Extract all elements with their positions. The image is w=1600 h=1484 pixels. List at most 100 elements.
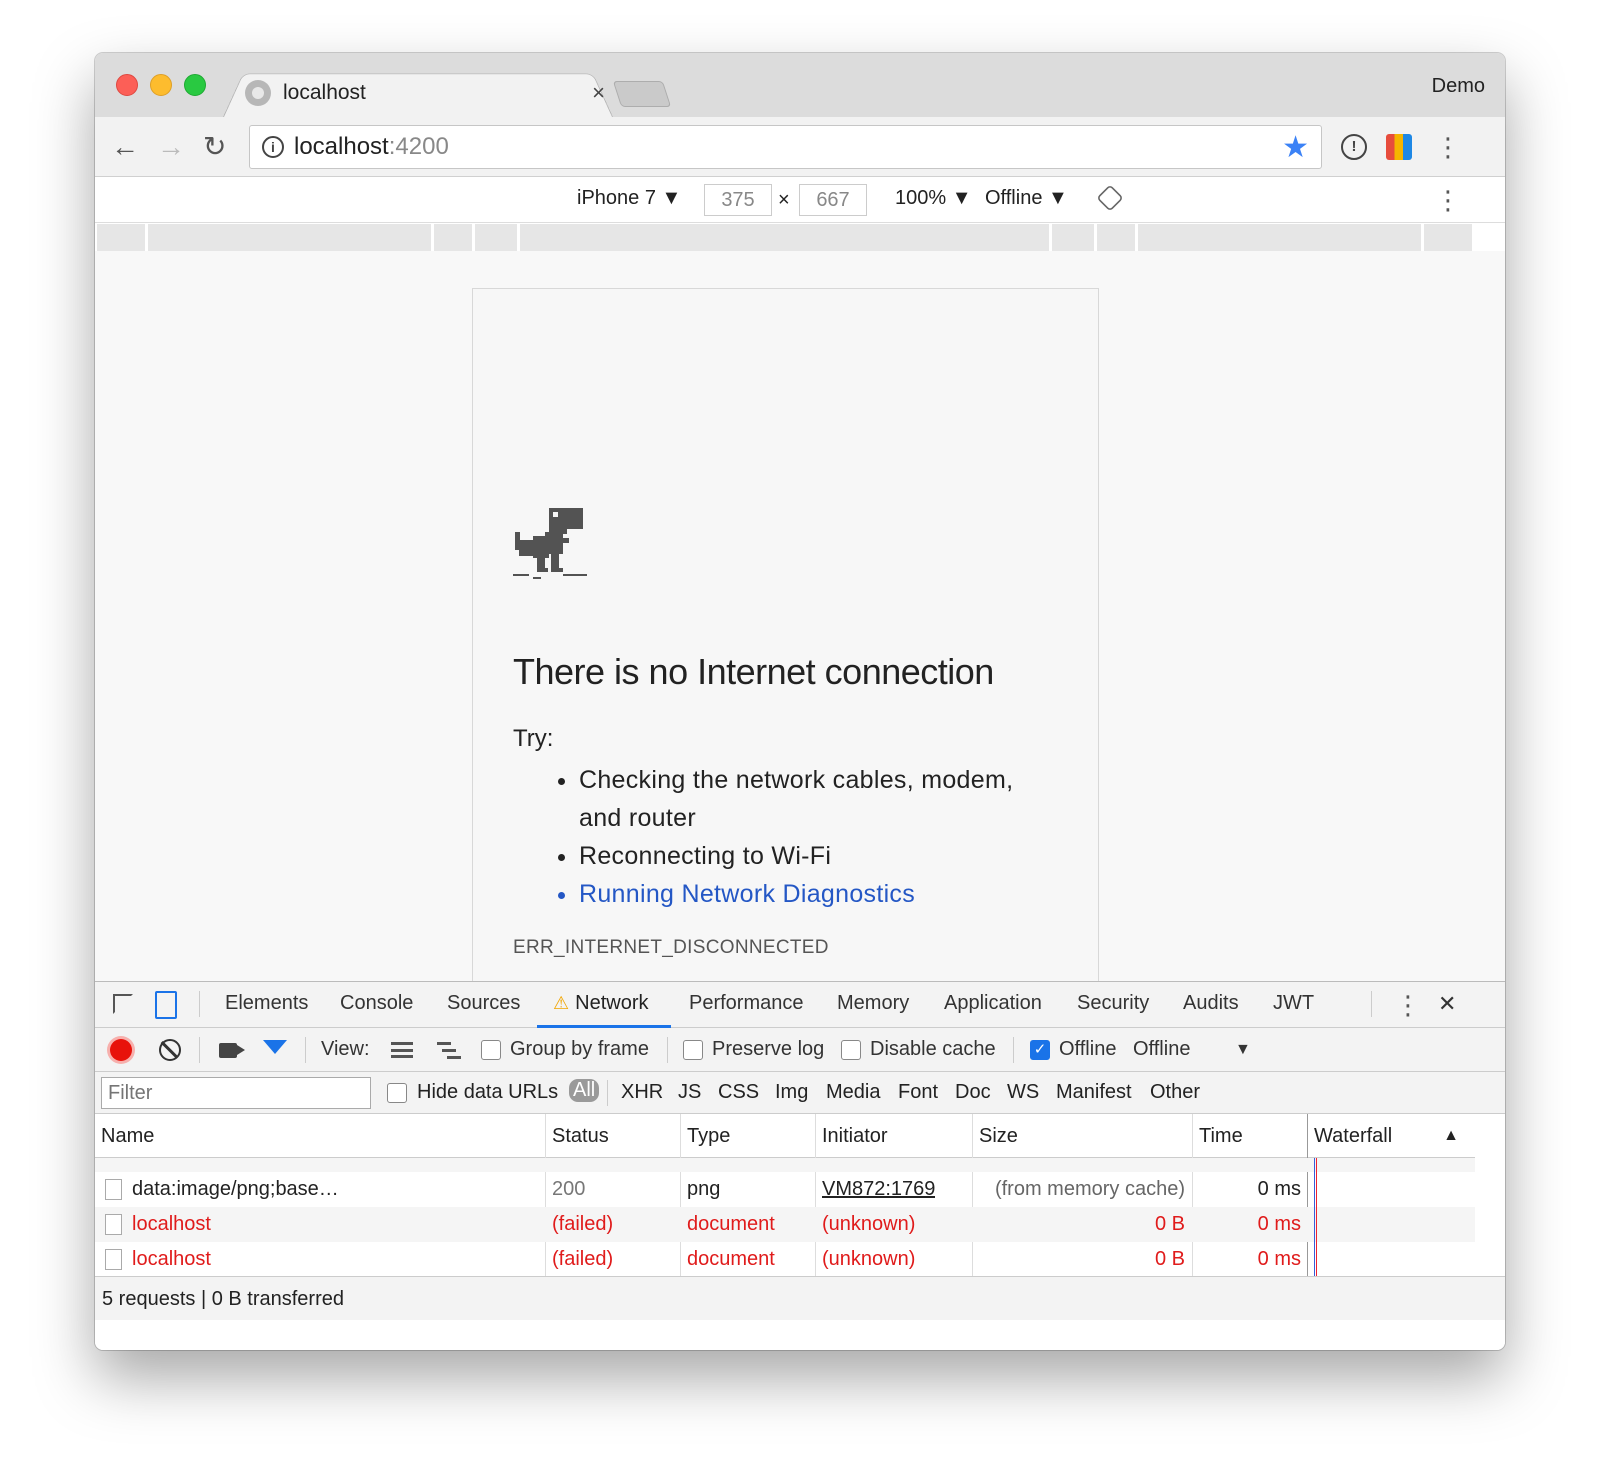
record-icon[interactable]: [110, 1039, 132, 1061]
request-type: document: [687, 1213, 775, 1235]
window-maximize-button[interactable]: [184, 74, 206, 96]
bookmark-star-icon[interactable]: ★: [1282, 130, 1309, 165]
browser-tab[interactable]: localhost ×: [243, 68, 613, 117]
group-by-frame-label[interactable]: Group by frame: [510, 1038, 649, 1061]
tab-audits[interactable]: Audits: [1183, 992, 1239, 1015]
table-row[interactable]: localhost (failed) document (unknown) 0 …: [95, 1242, 1475, 1277]
back-arrow-icon[interactable]: ←: [111, 129, 139, 165]
preserve-log-checkbox[interactable]: [683, 1040, 703, 1060]
view-label: View:: [321, 1038, 370, 1060]
try-label: Try:: [513, 725, 554, 752]
filter-img[interactable]: Img: [775, 1081, 808, 1104]
network-request-table: Name Status Type Initiator Size Time Wat…: [95, 1114, 1505, 1276]
tab-strip: localhost × Demo: [95, 53, 1505, 117]
error-code: ERR_INTERNET_DISCONNECTED: [513, 937, 829, 958]
devtools-more-icon[interactable]: ⋮: [1395, 992, 1421, 1018]
table-row[interactable]: data:image/png;base… 200 png VM872:1769 …: [95, 1172, 1475, 1207]
filter-doc[interactable]: Doc: [955, 1081, 991, 1104]
tab-jwt[interactable]: JWT: [1273, 992, 1314, 1015]
url-host: localhost: [294, 133, 389, 160]
throttling-select[interactable]: Offline: [1133, 1038, 1190, 1061]
device-width-input[interactable]: 375: [704, 184, 772, 216]
request-time: 0 ms: [1257, 1213, 1301, 1235]
column-header-waterfall[interactable]: Waterfall ▲: [1308, 1114, 1475, 1158]
column-header-time[interactable]: Time: [1193, 1114, 1308, 1158]
forward-arrow-icon[interactable]: →: [157, 129, 185, 165]
devtools-close-icon[interactable]: ✕: [1438, 991, 1456, 1017]
filter-ws[interactable]: WS: [1007, 1081, 1039, 1104]
column-header-size[interactable]: Size: [973, 1114, 1193, 1158]
screenshot-camera-icon[interactable]: [219, 1043, 245, 1058]
window-minimize-button[interactable]: [150, 74, 172, 96]
info-icon[interactable]: i: [262, 136, 284, 158]
filter-js[interactable]: JS: [678, 1081, 701, 1104]
tab-application[interactable]: Application: [944, 992, 1042, 1015]
request-time: 0 ms: [1257, 1248, 1301, 1270]
window-close-button[interactable]: [116, 74, 138, 96]
filter-media[interactable]: Media: [826, 1081, 880, 1104]
device-select[interactable]: iPhone 7 ▼: [577, 187, 681, 210]
request-initiator[interactable]: VM872:1769: [822, 1172, 935, 1207]
request-size: (from memory cache): [994, 1178, 1185, 1200]
filter-all[interactable]: All: [569, 1079, 600, 1102]
filter-other[interactable]: Other: [1150, 1081, 1200, 1104]
offline-checkbox[interactable]: ✓: [1030, 1040, 1050, 1060]
tab-elements[interactable]: Elements: [225, 992, 308, 1015]
tab-security[interactable]: Security: [1077, 992, 1149, 1015]
more-vert-icon[interactable]: ⋮: [1435, 134, 1461, 160]
filter-manifest[interactable]: Manifest: [1056, 1081, 1132, 1104]
document-file-icon: [105, 1214, 122, 1235]
filter-funnel-icon[interactable]: [263, 1040, 287, 1054]
tab-sources[interactable]: Sources: [447, 992, 520, 1015]
extension-icon[interactable]: !: [1341, 134, 1367, 160]
tab-network[interactable]: ⚠ Network: [553, 992, 649, 1015]
device-toggle-icon[interactable]: [155, 991, 177, 1019]
request-name: data:image/png;base…: [132, 1178, 339, 1200]
table-row[interactable]: localhost (failed) document (unknown) 0 …: [95, 1207, 1475, 1242]
column-header-status[interactable]: Status: [546, 1114, 681, 1158]
tab-title: localhost: [283, 80, 366, 104]
suggestion-item: Reconnecting to Wi-Fi: [579, 837, 1059, 875]
table-row-partial[interactable]: [95, 1158, 1475, 1172]
filter-font[interactable]: Font: [898, 1081, 938, 1104]
tab-memory[interactable]: Memory: [837, 992, 909, 1015]
address-bar[interactable]: i localhost:4200 ★: [249, 125, 1322, 169]
column-header-type[interactable]: Type: [681, 1114, 816, 1158]
column-header-initiator[interactable]: Initiator: [816, 1114, 973, 1158]
device-more-icon[interactable]: ⋮: [1435, 187, 1461, 213]
hide-data-urls-label[interactable]: Hide data URLs: [417, 1081, 558, 1104]
large-rows-view-icon[interactable]: [391, 1042, 413, 1058]
warning-icon: ⚠: [553, 993, 570, 1013]
clear-icon[interactable]: [159, 1039, 181, 1061]
url-port: :4200: [388, 133, 449, 160]
network-diagnostics-link[interactable]: Running Network Diagnostics: [579, 875, 1059, 913]
column-header-name[interactable]: Name: [95, 1114, 545, 1158]
offline-label[interactable]: Offline: [1059, 1038, 1116, 1061]
zoom-select[interactable]: 100% ▼: [895, 187, 972, 210]
lighthouse-icon[interactable]: [1386, 134, 1412, 160]
disable-cache-checkbox[interactable]: [841, 1040, 861, 1060]
throttling-dropdown-arrow-icon[interactable]: ▼: [1235, 1041, 1251, 1059]
device-height-input[interactable]: 667: [799, 184, 867, 216]
throttle-select[interactable]: Offline ▼: [985, 187, 1068, 210]
overview-view-icon[interactable]: [437, 1042, 461, 1060]
tab-console[interactable]: Console: [340, 992, 413, 1015]
profile-name[interactable]: Demo: [1432, 75, 1485, 98]
sort-ascending-icon[interactable]: ▲: [1443, 1114, 1459, 1158]
media-query-ruler: [95, 224, 1505, 251]
filter-input[interactable]: [101, 1077, 371, 1109]
waterfall-load-marker: [1316, 1158, 1317, 1276]
preserve-log-label[interactable]: Preserve log: [712, 1038, 824, 1061]
inspect-element-icon[interactable]: [113, 994, 133, 1014]
hide-data-urls-checkbox[interactable]: [387, 1083, 407, 1103]
group-by-frame-checkbox[interactable]: [481, 1040, 501, 1060]
disable-cache-label[interactable]: Disable cache: [870, 1038, 996, 1061]
reload-icon[interactable]: ↻: [203, 129, 226, 165]
filter-css[interactable]: CSS: [718, 1081, 759, 1104]
filter-xhr[interactable]: XHR: [621, 1081, 663, 1104]
tab-close-icon[interactable]: ×: [592, 80, 605, 106]
rotate-icon[interactable]: [1096, 184, 1124, 212]
dinosaur-icon[interactable]: [513, 504, 589, 580]
new-tab-button[interactable]: [612, 81, 672, 107]
tab-performance[interactable]: Performance: [689, 992, 804, 1015]
